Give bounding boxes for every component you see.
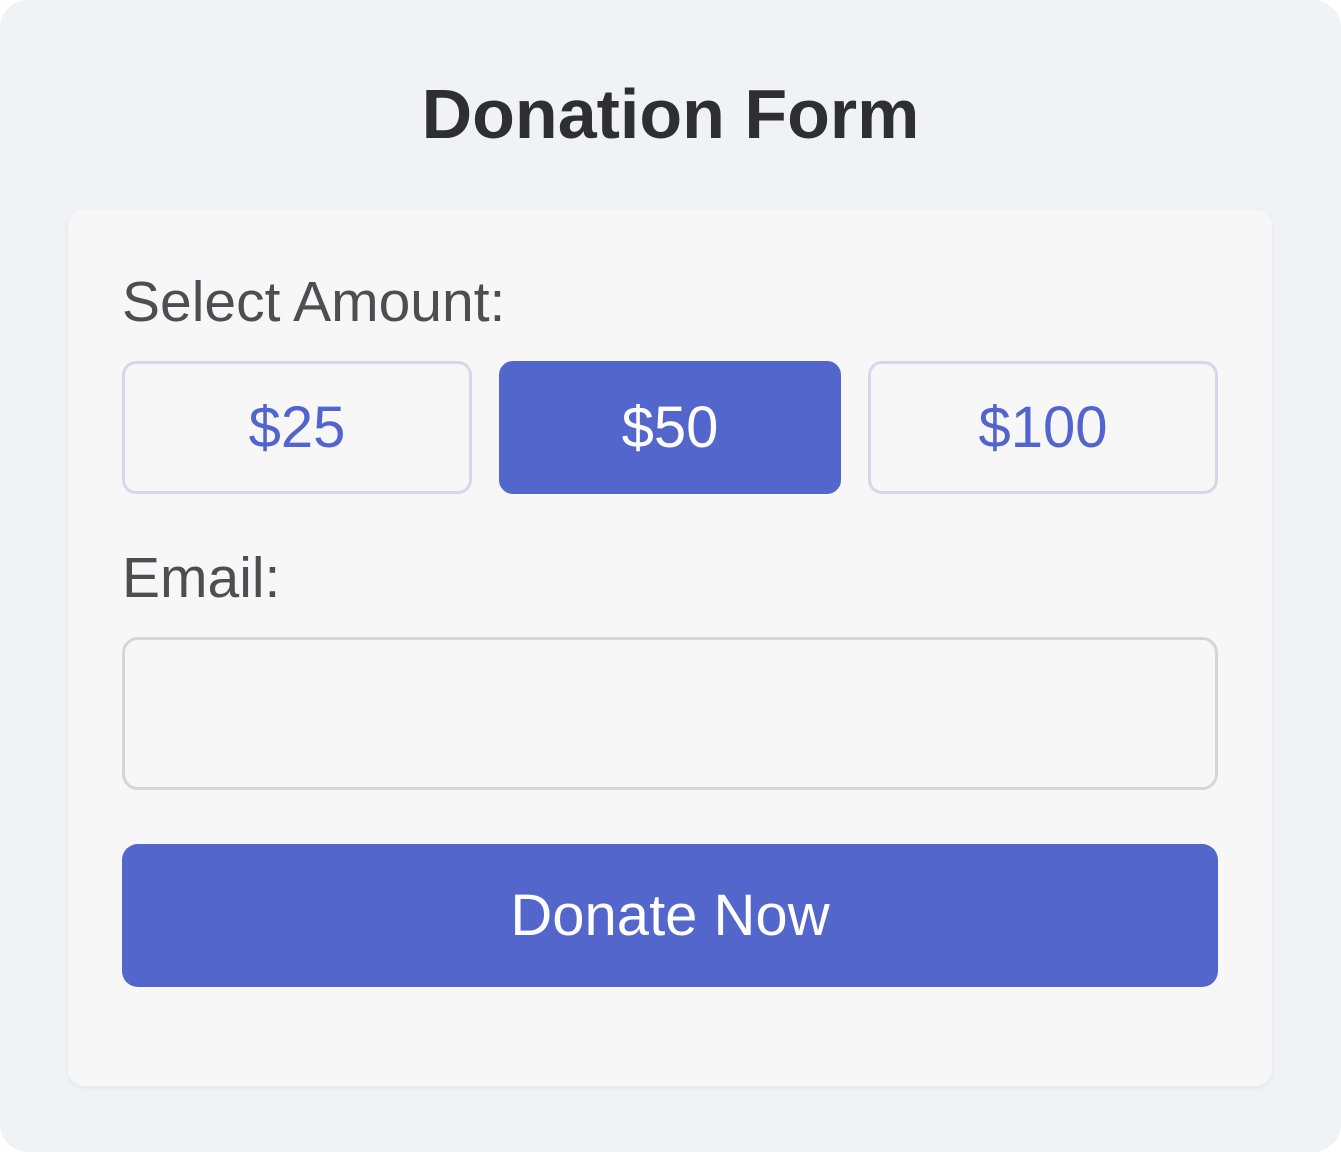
amount-option-25-button[interactable]: $25 xyxy=(122,361,472,494)
donate-now-button[interactable]: Donate Now xyxy=(122,844,1218,987)
amount-option-100-button[interactable]: $100 xyxy=(868,361,1218,494)
email-label: Email: xyxy=(122,546,281,610)
amount-option-50-button[interactable]: $50 xyxy=(499,361,841,494)
donation-form-card: Select Amount: $25 $50 $100 Email: Donat… xyxy=(68,210,1272,1086)
email-field[interactable] xyxy=(122,637,1218,790)
page-container: Donation Form Select Amount: $25 $50 $10… xyxy=(0,0,1341,1152)
page-title: Donation Form xyxy=(421,75,920,153)
amount-label: Select Amount: xyxy=(122,270,506,334)
